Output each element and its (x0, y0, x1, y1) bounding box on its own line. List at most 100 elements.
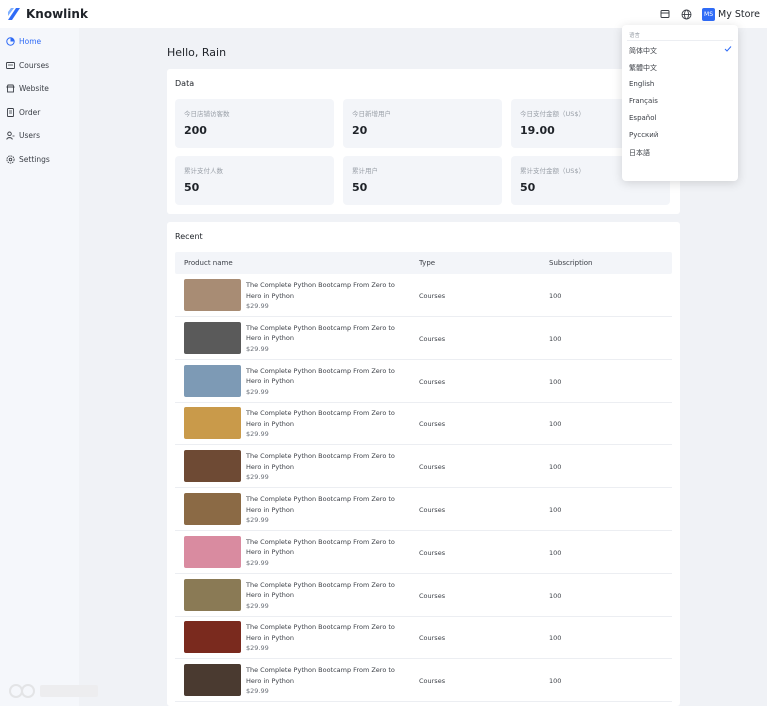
knowlink-logo-icon (8, 8, 20, 20)
product-price: $29.99 (246, 344, 269, 353)
product-subscription: 100 (549, 377, 562, 386)
app-name: Knowlink (26, 7, 88, 21)
product-type: Courses (419, 591, 446, 600)
page-title: Hello, Rain (167, 46, 227, 59)
language-option[interactable]: 日本語 (629, 148, 650, 158)
table-row[interactable]: The Complete Python Bootcamp From Zero t… (175, 531, 672, 574)
sidebar-item-label: Home (19, 37, 42, 47)
language-option[interactable]: Español (629, 114, 656, 122)
avatar: MS (702, 7, 716, 21)
language-menu-header: 语言 (629, 33, 641, 39)
sidebar-item-order[interactable]: Order (0, 101, 79, 125)
product-type: Courses (419, 334, 446, 343)
sidebar-item-home[interactable]: Home (0, 30, 79, 54)
product-subscription: 100 (549, 463, 562, 472)
stat-value: 200 (184, 124, 207, 137)
language-option[interactable]: Русский (629, 131, 658, 139)
recent-panel: Recent Product name Type Subscription Th… (167, 222, 680, 706)
product-subscription: 100 (549, 677, 562, 686)
stat-label: 累计支付金额（US$） (520, 167, 586, 175)
sidebar-item-website[interactable]: Website (0, 77, 79, 101)
stat-label: 今日支付金额（US$） (520, 110, 586, 118)
sidebar-item-settings[interactable]: Settings (0, 148, 79, 172)
column-header-product: Product name (184, 259, 233, 267)
product-thumbnail (184, 493, 241, 525)
table-row[interactable]: The Complete Python Bootcamp From Zero t… (175, 616, 672, 660)
product-subscription: 100 (549, 506, 562, 514)
check-icon (724, 46, 732, 52)
product-name: The Complete Python Bootcamp From Zero t… (246, 452, 395, 471)
stat-label: 累计用户 (352, 167, 378, 175)
store-switcher[interactable]: MS My Store (702, 7, 760, 21)
table-row[interactable]: The Complete Python Bootcamp From Zero t… (175, 574, 672, 617)
product-thumbnail (184, 664, 241, 697)
table-header: Product name Type Subscription (175, 252, 672, 274)
product-thumbnail (184, 364, 241, 397)
stat-label: 今日新增用户 (352, 110, 391, 118)
table-row[interactable]: The Complete Python Bootcamp From Zero t… (175, 488, 672, 531)
language-option[interactable]: Français (629, 97, 658, 105)
product-price: $29.99 (246, 387, 269, 396)
product-name: The Complete Python Bootcamp From Zero t… (246, 409, 395, 428)
table-row[interactable]: The Complete Python Bootcamp From Zero t… (175, 402, 672, 446)
product-type: Courses (419, 463, 446, 472)
language-option[interactable]: 繁體中文 (629, 63, 657, 73)
stat-card: 累计支付人数 50 (175, 156, 334, 205)
home-icon (6, 37, 15, 46)
sidebar-item-label: Website (19, 84, 49, 94)
language-option[interactable]: English (629, 80, 654, 88)
product-price: $29.99 (246, 516, 269, 524)
product-price: $29.99 (246, 644, 269, 653)
data-title: Data (175, 79, 195, 88)
sidebar-item-courses[interactable]: Courses (0, 54, 79, 78)
product-price: $29.99 (246, 302, 269, 310)
sidebar-item-label: Order (19, 107, 41, 117)
sidebar-item-label: Courses (19, 60, 50, 70)
table-row[interactable]: The Complete Python Bootcamp From Zero t… (175, 317, 672, 360)
table-row[interactable]: The Complete Python Bootcamp From Zero t… (175, 659, 672, 703)
courses-icon (6, 61, 15, 70)
table-row[interactable]: The Complete Python Bootcamp From Zero t… (175, 445, 672, 489)
product-type: Courses (419, 548, 446, 557)
product-subscription: 100 (549, 591, 562, 600)
product-type: Courses (419, 634, 446, 643)
settings-icon (6, 155, 15, 164)
store-icon[interactable] (658, 8, 671, 21)
product-thumbnail (184, 279, 241, 311)
top-actions: MS My Store (658, 0, 760, 28)
stat-label: 累计支付人数 (184, 167, 223, 175)
stat-value: 50 (352, 181, 368, 194)
stat-label: 今日店铺访客数 (184, 110, 230, 118)
product-type: Courses (419, 292, 446, 300)
product-subscription: 100 (549, 548, 562, 557)
top-bar: Knowlink MS My Store (0, 0, 767, 28)
product-subscription: 100 (549, 420, 562, 429)
sidebar-item-label: Users (19, 131, 41, 141)
stat-value: 20 (352, 124, 368, 137)
product-subscription: 100 (549, 634, 562, 643)
divider (627, 40, 733, 41)
sidebar-item-label: Settings (19, 154, 50, 164)
watermark-logo (9, 684, 98, 698)
product-price: $29.99 (246, 558, 269, 567)
sidebar: Home Courses Website Order Users Setting… (0, 28, 79, 706)
sidebar-item-users[interactable]: Users (0, 124, 79, 148)
language-option[interactable]: 简体中文 (629, 46, 657, 56)
product-price: $29.99 (246, 430, 269, 439)
brand[interactable]: Knowlink (7, 7, 88, 21)
store-name: My Store (718, 8, 760, 20)
product-thumbnail (184, 621, 241, 654)
product-type: Courses (419, 506, 446, 514)
product-name: The Complete Python Bootcamp From Zero t… (246, 623, 395, 642)
product-thumbnail (184, 407, 241, 440)
product-subscription: 100 (549, 292, 562, 300)
globe-icon[interactable] (680, 8, 693, 21)
product-name: The Complete Python Bootcamp From Zero t… (246, 666, 395, 685)
table-row[interactable]: The Complete Python Bootcamp From Zero t… (175, 360, 672, 403)
product-type: Courses (419, 420, 446, 429)
stat-value: 50 (184, 181, 200, 194)
table-row[interactable]: The Complete Python Bootcamp From Zero t… (175, 274, 672, 317)
product-thumbnail (184, 450, 241, 483)
product-name: The Complete Python Bootcamp From Zero t… (246, 366, 395, 386)
product-thumbnail (184, 535, 241, 568)
